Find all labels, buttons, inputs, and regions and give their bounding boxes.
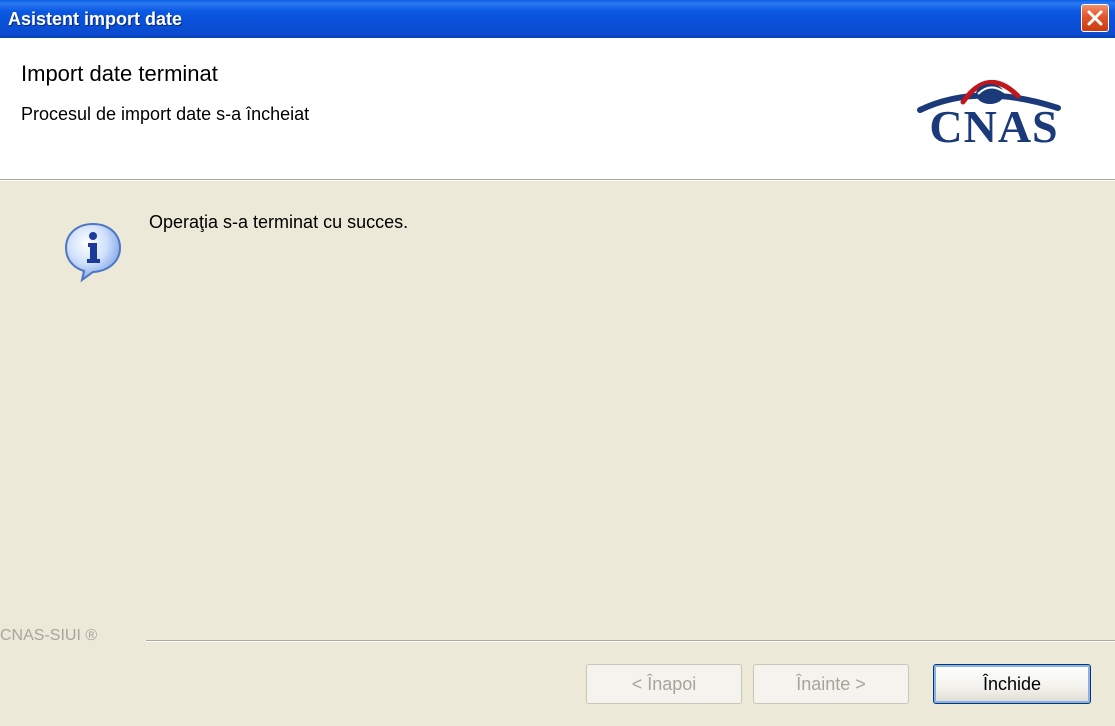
cnas-logo: CNAS	[908, 70, 1078, 160]
footer-divider	[146, 640, 1115, 642]
close-button[interactable]	[1081, 4, 1109, 32]
header-divider-highlight	[0, 180, 1115, 181]
page-title: Import date terminat	[21, 61, 218, 86]
info-icon	[64, 222, 122, 283]
back-button[interactable]: < Înapoi	[586, 664, 742, 704]
wizard-header: Import date terminat Procesul de import …	[0, 38, 1115, 179]
logo-text: CNAS	[929, 101, 1059, 152]
next-button[interactable]: Înainte >	[753, 664, 909, 704]
close-icon	[1087, 10, 1103, 26]
status-message: Operaţia s-a terminat cu succes.	[149, 212, 409, 232]
window-title: Asistent import date	[8, 9, 183, 29]
title-bar[interactable]: Asistent import date	[0, 0, 1115, 38]
finish-close-button[interactable]: Închide	[933, 664, 1091, 704]
brand-label: CNAS-SIUI ®	[0, 627, 98, 644]
page-subtitle: Procesul de import date s-a încheiat	[21, 104, 310, 124]
